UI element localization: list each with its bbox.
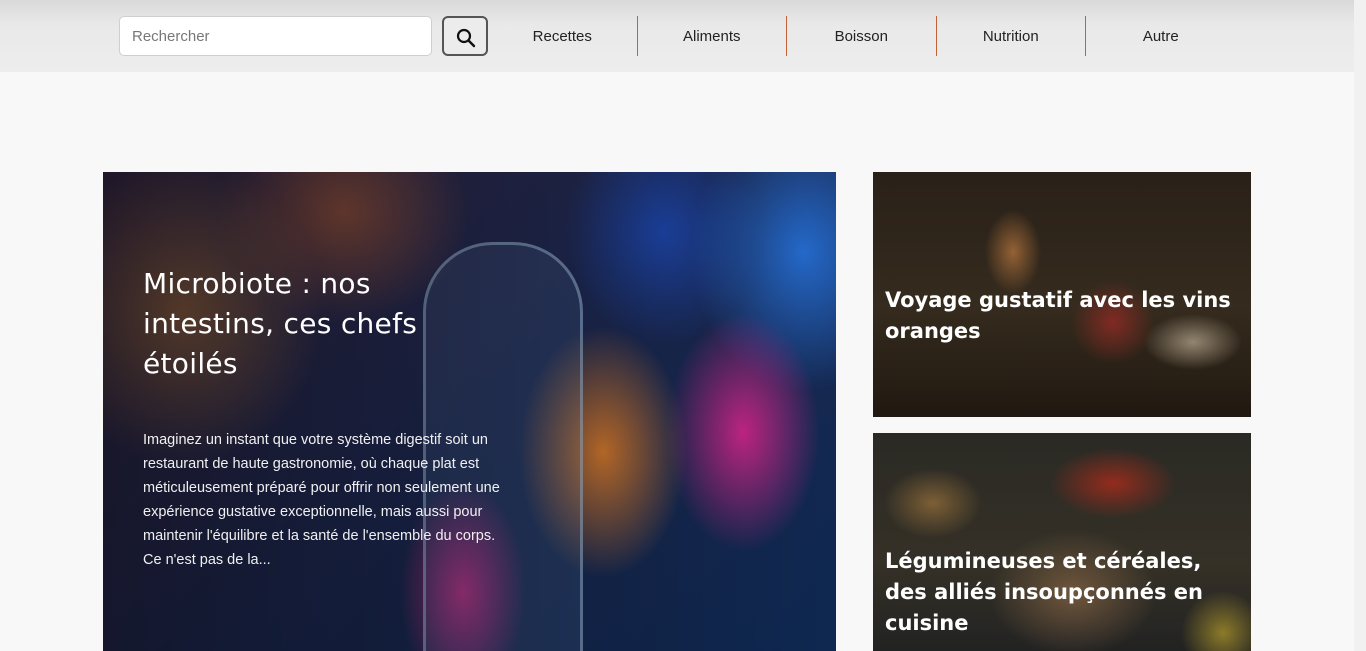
nav-item-nutrition[interactable]: Nutrition	[937, 16, 1086, 56]
nav-item-autre[interactable]: Autre	[1086, 16, 1236, 56]
side-article-title[interactable]: Légumineuses et céréales, des alliés ins…	[885, 546, 1235, 639]
side-article-card-wine[interactable]: Voyage gustatif avec les vins oranges	[873, 172, 1251, 417]
main-nav: Recettes Aliments Boisson Nutrition Autr…	[488, 16, 1236, 56]
search-icon	[456, 28, 476, 48]
nav-item-aliments[interactable]: Aliments	[638, 16, 787, 56]
page-scrollbar[interactable]	[1354, 0, 1366, 651]
featured-article-excerpt: Imaginez un instant que votre système di…	[143, 432, 500, 568]
search-button[interactable]	[442, 16, 488, 56]
featured-article-title[interactable]: Microbiote : nos intestins, ces chefs ét…	[143, 264, 473, 384]
side-article-title[interactable]: Voyage gustatif avec les vins oranges	[885, 285, 1235, 347]
side-article-card-legumes[interactable]: Légumineuses et céréales, des alliés ins…	[873, 433, 1251, 651]
search-input[interactable]	[119, 16, 432, 56]
nav-item-recettes[interactable]: Recettes	[488, 16, 638, 56]
nav-item-boisson[interactable]: Boisson	[787, 16, 937, 56]
site-header: Recettes Aliments Boisson Nutrition Autr…	[0, 0, 1354, 72]
featured-article-card[interactable]: Microbiote : nos intestins, ces chefs ét…	[103, 172, 836, 651]
